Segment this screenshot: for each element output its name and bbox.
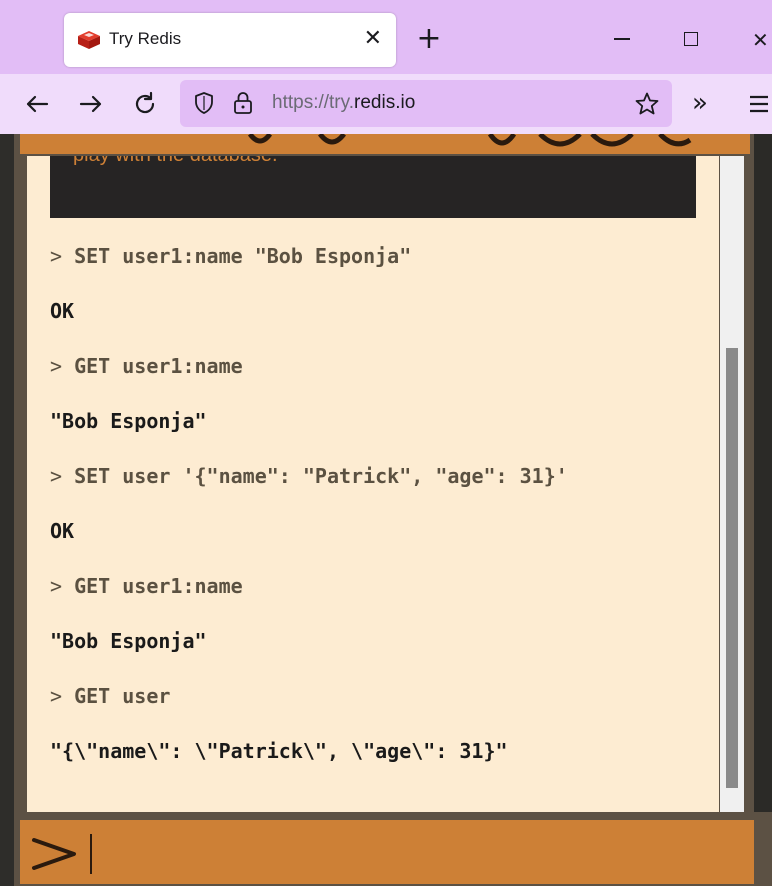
page-edge bbox=[0, 134, 14, 886]
menu-icon[interactable] bbox=[746, 92, 772, 116]
command-text: SET user '{"name": "Patrick", "age": 31}… bbox=[74, 464, 568, 488]
url-text[interactable]: https://try.redis.io bbox=[272, 92, 415, 114]
command-input-bar[interactable] bbox=[20, 820, 754, 884]
output-line: "{\"name\": \"Patrick\", \"age\": 31}" bbox=[50, 739, 508, 763]
maximize-icon[interactable] bbox=[684, 32, 698, 46]
scrollbar-track[interactable] bbox=[720, 156, 744, 812]
lock-icon[interactable] bbox=[232, 90, 254, 116]
prompt-symbol: > bbox=[50, 684, 63, 708]
scrollbar-thumb[interactable] bbox=[726, 348, 738, 788]
command-line: > GET user bbox=[50, 684, 170, 708]
output-text: "{\"name\": \"Patrick\", \"age\": 31}" bbox=[50, 739, 508, 763]
window-close-icon[interactable]: ✕ bbox=[752, 30, 772, 50]
command-line: > GET user1:name bbox=[50, 574, 243, 598]
intro-text: play with the database. bbox=[73, 156, 278, 167]
nav-bar: https://try.redis.io » bbox=[0, 74, 772, 135]
close-icon[interactable]: ✕ bbox=[364, 25, 382, 53]
plus-icon[interactable]: + bbox=[414, 24, 444, 54]
text-caret bbox=[90, 834, 92, 874]
console-output[interactable]: play with the database. > SET user1:name… bbox=[27, 156, 719, 812]
input-area bbox=[14, 812, 772, 886]
shield-icon[interactable] bbox=[192, 91, 216, 115]
banner-art bbox=[247, 134, 692, 147]
star-icon[interactable] bbox=[634, 91, 660, 117]
prompt-symbol: > bbox=[50, 574, 63, 598]
command-text: GET user1:name bbox=[74, 354, 243, 378]
chevrons-right-icon[interactable]: » bbox=[692, 90, 720, 118]
command-text: GET user bbox=[74, 684, 171, 708]
output-text: "Bob Esponja" bbox=[50, 409, 207, 433]
tab-strip: Try Redis ✕ + ✕ bbox=[0, 0, 772, 74]
command-text: SET user1:name "Bob Esponja" bbox=[74, 244, 412, 268]
command-text: GET user1:name bbox=[74, 574, 243, 598]
prompt-symbol: > bbox=[50, 464, 63, 488]
output-line: "Bob Esponja" bbox=[50, 629, 207, 653]
intro-panel: play with the database. bbox=[50, 156, 696, 218]
output-line: OK bbox=[50, 299, 74, 323]
output-text: OK bbox=[50, 299, 75, 323]
output-line: OK bbox=[50, 519, 74, 543]
command-line: > GET user1:name bbox=[50, 354, 243, 378]
command-input[interactable] bbox=[94, 830, 748, 876]
header-banner bbox=[20, 134, 750, 154]
url-bar[interactable]: https://try.redis.io bbox=[180, 80, 672, 127]
prompt-chevron-icon bbox=[32, 838, 76, 870]
output-text: "Bob Esponja" bbox=[50, 629, 207, 653]
web-page: play with the database. > SET user1:name… bbox=[0, 134, 772, 886]
forward-arrow-icon[interactable] bbox=[76, 89, 106, 119]
prompt-symbol: > bbox=[50, 244, 63, 268]
command-line: > SET user '{"name": "Patrick", "age": 3… bbox=[50, 464, 568, 488]
output-line: "Bob Esponja" bbox=[50, 409, 207, 433]
prompt-symbol: > bbox=[50, 354, 63, 378]
back-arrow-icon[interactable] bbox=[22, 89, 52, 119]
tab-title: Try Redis bbox=[109, 29, 182, 48]
tab-try-redis[interactable]: Try Redis ✕ bbox=[64, 13, 396, 67]
reload-icon[interactable] bbox=[130, 89, 160, 119]
redis-logo-icon bbox=[78, 31, 100, 49]
minimize-icon[interactable] bbox=[614, 38, 630, 40]
output-text: OK bbox=[50, 519, 75, 543]
command-line: > SET user1:name "Bob Esponja" bbox=[50, 244, 411, 268]
